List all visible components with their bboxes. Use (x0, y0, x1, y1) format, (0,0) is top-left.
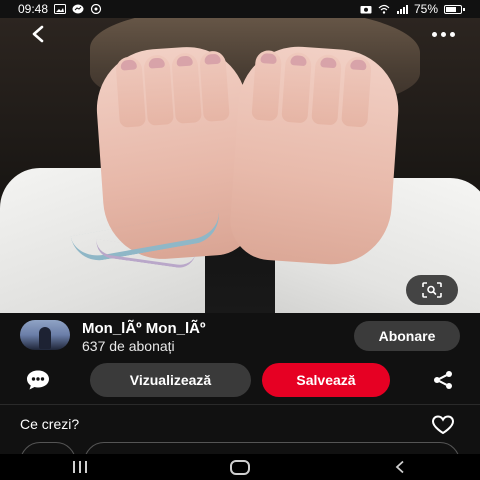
wifi-icon (378, 4, 390, 14)
system-nav-bar (0, 454, 480, 480)
comment-bubble-icon (27, 370, 49, 390)
signal-icon (396, 5, 408, 14)
heart-icon (431, 415, 455, 435)
image-icon (54, 4, 67, 14)
save-button[interactable]: Salvează (262, 363, 390, 397)
battery-percent: 75% (413, 2, 438, 16)
system-back-icon (395, 460, 404, 474)
more-dots-icon (431, 31, 437, 37)
battery-icon (444, 4, 465, 14)
comment-input-row (0, 440, 480, 454)
image-finger (341, 55, 372, 128)
status-time: 09:48 (18, 2, 49, 16)
divider (0, 404, 480, 405)
pin-image[interactable] (0, 18, 480, 313)
whatsapp-icon (90, 4, 102, 14)
status-bar: 09:48 75% (0, 0, 480, 18)
more-options-button[interactable] (428, 22, 458, 46)
home-icon (230, 459, 250, 475)
messenger-icon (72, 4, 84, 14)
battery-level (446, 6, 456, 12)
avatar[interactable] (20, 320, 70, 350)
subscribe-button[interactable]: Abonare (354, 321, 460, 351)
image-finger (281, 51, 313, 124)
visit-button[interactable]: Vizualizează (90, 363, 251, 397)
visual-search-icon (422, 282, 442, 298)
status-left: 09:48 (18, 2, 102, 16)
share-icon (434, 371, 452, 389)
more-dots-icon (449, 31, 455, 37)
creator-name[interactable]: Mon_lÃº Mon_lÃº (82, 320, 205, 337)
creator-row: Mon_lÃº Mon_lÃº 637 de abonați Abonare (0, 316, 480, 356)
comments-title: Ce crezi? (20, 416, 80, 432)
more-dots-icon (440, 31, 446, 37)
subscriber-count: 637 de abonați (82, 338, 175, 354)
home-button[interactable] (220, 457, 260, 477)
action-row: Vizualizează Salvează (0, 362, 480, 398)
image-hand-right (227, 42, 403, 269)
image-finger (311, 53, 343, 126)
back-button[interactable] (26, 22, 50, 46)
image-finger (143, 54, 174, 126)
image-finger (199, 50, 230, 122)
like-button[interactable] (430, 414, 456, 436)
top-nav (0, 20, 480, 48)
back-arrow-icon (32, 25, 44, 43)
comments-header: Ce crezi? (0, 410, 480, 438)
comment-input[interactable] (84, 442, 460, 454)
status-right: 75% (360, 2, 465, 16)
recents-button[interactable] (60, 457, 100, 477)
image-finger (251, 49, 283, 122)
comment-avatar[interactable] (20, 442, 76, 454)
avatar-figure (39, 327, 51, 349)
system-back-button[interactable] (380, 457, 420, 477)
image-finger (171, 52, 202, 124)
share-button[interactable] (430, 368, 456, 392)
image-finger (115, 56, 147, 128)
visual-search-button[interactable] (406, 275, 458, 305)
recents-icon (73, 461, 87, 473)
comment-button[interactable] (24, 368, 52, 392)
camera-icon (360, 6, 372, 14)
